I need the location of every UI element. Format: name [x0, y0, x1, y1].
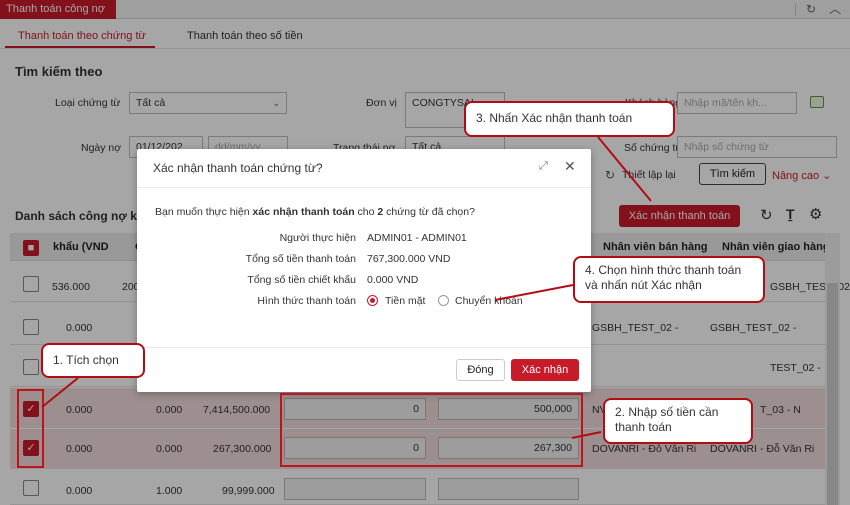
callout-step1: 1. Tích chọn [41, 343, 145, 378]
callout-step2: 2. Nhập số tiền cần thanh toán [603, 398, 753, 444]
callout-step4: 4. Chọn hình thức thanh toán và nhấn nút… [573, 256, 765, 303]
arrow-step1 [41, 377, 79, 408]
arrow-step2 [571, 431, 602, 439]
callout-step3: 3. Nhấn Xác nhận thanh toán [464, 101, 675, 137]
arrow-step3 [597, 136, 652, 202]
arrow-step4 [494, 284, 574, 301]
